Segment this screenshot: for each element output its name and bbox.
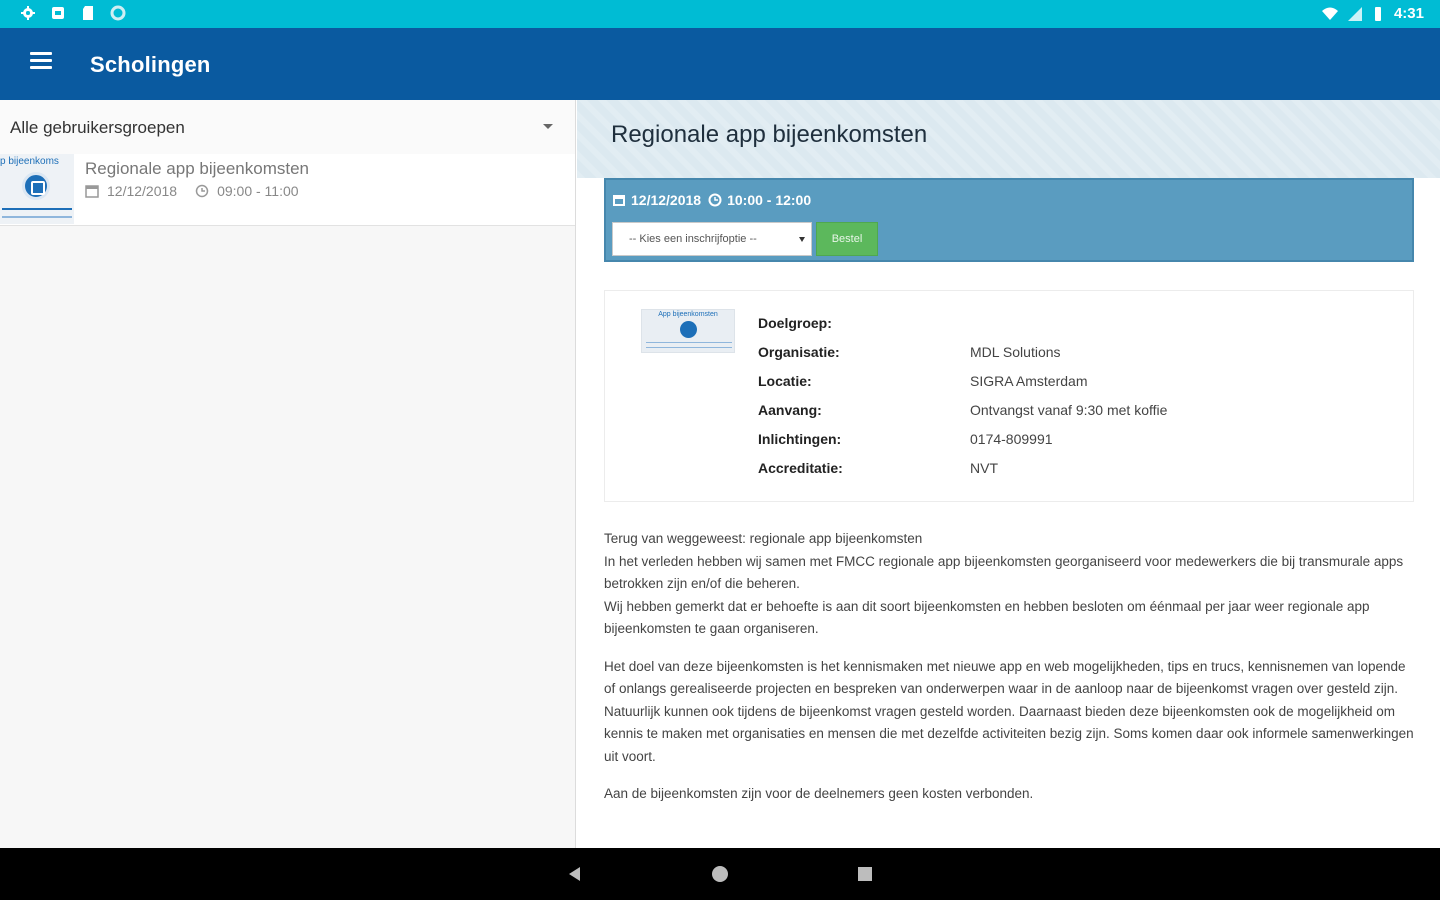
info-row-doelgroep: Doelgroep: xyxy=(758,315,1398,335)
status-bar-left-icons xyxy=(20,5,126,21)
event-info-card: App bijeenkomsten Doelgroep: Organisatie… xyxy=(604,290,1414,502)
registration-option-placeholder: -- Kies een inschrijfoptie -- xyxy=(629,233,757,245)
info-label: Organisatie: xyxy=(758,344,840,360)
settings-icon xyxy=(21,6,35,20)
app-title: Scholingen xyxy=(90,52,211,77)
info-row-accreditatie: Accreditatie: NVT xyxy=(758,460,1398,480)
info-label: Locatie: xyxy=(758,373,812,389)
back-icon[interactable] xyxy=(566,864,586,884)
user-group-dropdown[interactable]: Alle gebruikersgroepen xyxy=(0,100,575,154)
hamburger-menu-icon[interactable] xyxy=(30,52,52,72)
calendar-icon xyxy=(85,185,99,198)
list-item-date: 12/12/2018 xyxy=(107,183,178,199)
event-thumbnail: p bijeenkoms xyxy=(0,154,74,224)
info-value: SIGRA Amsterdam xyxy=(970,373,1088,389)
clock-icon xyxy=(195,184,209,198)
app-bar: Scholingen xyxy=(0,28,1440,100)
session-datetime: 12/12/2018 10:00 - 12:00 xyxy=(612,192,811,208)
status-bar: 4:31 xyxy=(0,0,1440,28)
info-label: Doelgroep: xyxy=(758,315,832,331)
signal-icon xyxy=(1347,7,1362,21)
user-group-selected: Alle gebruikersgroepen xyxy=(10,118,185,137)
info-value: NVT xyxy=(970,460,998,476)
info-label: Inlichtingen: xyxy=(758,431,842,447)
recent-apps-icon[interactable] xyxy=(855,864,875,884)
info-row-inlichtingen: Inlichtingen: 0174-809991 xyxy=(758,431,1398,451)
order-button[interactable]: Bestel xyxy=(816,222,878,256)
scholing-detail-pane: Regionale app bijeenkomsten 12/12/2018 1… xyxy=(577,100,1440,848)
system-nav-bar xyxy=(0,848,1440,900)
description-paragraph: Aan de bijeenkomsten zijn voor de deelne… xyxy=(604,786,1034,801)
sync-icon xyxy=(110,5,126,21)
info-row-aanvang: Aanvang: Ontvangst vanaf 9:30 met koffie xyxy=(758,402,1398,422)
description-paragraph: Het doel van deze bijeenkomsten is het k… xyxy=(604,658,1414,764)
list-item-meta: 12/12/2018 09:00 - 11:00 xyxy=(85,183,299,199)
detail-title: Regionale app bijeenkomsten xyxy=(611,121,928,148)
event-image-caption: App bijeenkomsten xyxy=(658,311,718,318)
list-item-title: Regionale app bijeenkomsten xyxy=(85,159,309,178)
status-bar-right-icons: 4:31 xyxy=(1321,5,1424,23)
home-icon[interactable] xyxy=(710,864,730,884)
info-label: Aanvang: xyxy=(758,402,822,418)
info-value: MDL Solutions xyxy=(970,344,1061,360)
list-item-time: 09:00 - 11:00 xyxy=(217,183,299,199)
session-date: 12/12/2018 xyxy=(631,192,702,208)
description-paragraph: Terug van weggeweest: regionale app bije… xyxy=(604,531,1404,636)
thumbnail-caption: p bijeenkoms xyxy=(0,156,59,167)
thumbnail-footer xyxy=(2,208,72,218)
list-item[interactable]: p bijeenkoms Regionale app bijeenkomsten… xyxy=(0,154,575,226)
registration-option-select[interactable]: -- Kies een inschrijfoptie -- xyxy=(612,222,812,256)
info-value: 0174-809991 xyxy=(970,431,1053,447)
app-logo-icon xyxy=(22,172,50,200)
scholingen-list-pane: Alle gebruikersgroepen p bijeenkoms Regi… xyxy=(0,100,576,848)
event-description: Terug van weggeweest: regionale app bije… xyxy=(604,528,1416,821)
info-label: Accreditatie: xyxy=(758,460,843,476)
sd-card-icon xyxy=(83,6,93,20)
session-time: 10:00 - 12:00 xyxy=(727,192,812,208)
wifi-icon xyxy=(1321,7,1338,20)
notification-icon xyxy=(52,7,64,19)
info-value: Ontvangst vanaf 9:30 met koffie xyxy=(970,402,1168,418)
detail-header: Regionale app bijeenkomsten xyxy=(577,100,1440,178)
app-logo-icon xyxy=(680,321,697,338)
clock-icon xyxy=(708,193,722,207)
calendar-icon xyxy=(613,195,625,206)
info-row-organisatie: Organisatie: MDL Solutions xyxy=(758,344,1398,364)
event-image-footer xyxy=(646,342,732,348)
registration-panel: 12/12/2018 10:00 - 12:00 -- Kies een ins… xyxy=(604,178,1414,262)
dropdown-arrow-icon xyxy=(799,237,805,242)
battery-icon xyxy=(1374,7,1381,21)
info-row-locatie: Locatie: SIGRA Amsterdam xyxy=(758,373,1398,393)
status-time: 4:31 xyxy=(1393,5,1424,22)
event-image: App bijeenkomsten xyxy=(641,309,735,353)
dropdown-arrow-icon xyxy=(543,124,553,129)
